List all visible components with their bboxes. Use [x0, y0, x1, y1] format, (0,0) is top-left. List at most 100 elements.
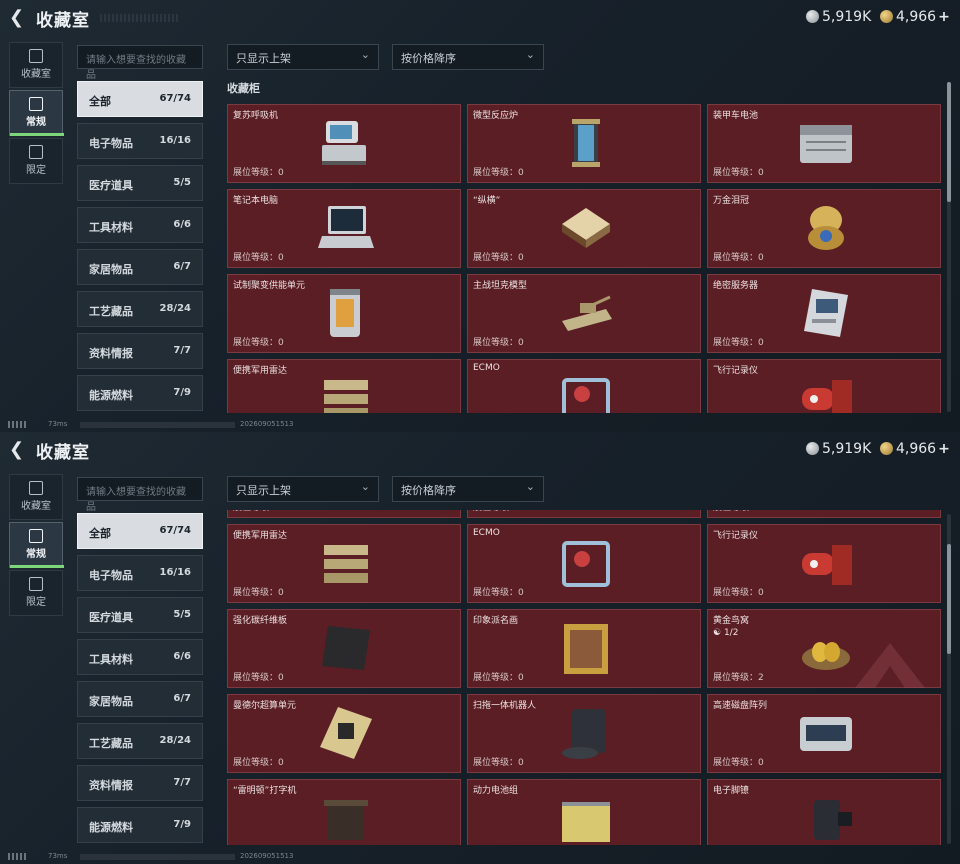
gold-coin-icon	[880, 442, 893, 455]
search-input[interactable]: 请输入想要查找的收藏品	[77, 45, 203, 81]
radar-icon	[324, 380, 368, 413]
back-icon[interactable]: ❮	[9, 8, 29, 28]
gold-coin-icon	[880, 10, 893, 23]
filter-dropdown[interactable]: 只显示上架 ⌄	[227, 476, 379, 502]
item-card[interactable]: 试制聚变供能单元 展位等级：0	[227, 274, 461, 353]
picture-icon	[29, 97, 43, 111]
item-card[interactable]: 绝密服务器 展位等级：0	[707, 274, 941, 353]
ecmo-icon	[562, 378, 610, 413]
status-bar: 73ms 202609051513	[0, 418, 960, 432]
tab-limited[interactable]: 限定	[9, 138, 63, 184]
status-bar: 73ms 202609051513	[0, 850, 960, 864]
collection-grid: 展位等级：0 展位等级：0 展位等级：0 便携军用雷达 展位等级：0 ECMO …	[225, 510, 945, 845]
subcategory-electronics[interactable]: 电子物品 16/16	[77, 123, 203, 159]
collection-screen-top: ❮ 收藏室 5,919K 4,966 + 收藏室 常规 限定 请输入想要查找的收藏…	[0, 0, 960, 432]
flight-recorder-icon	[802, 380, 852, 413]
item-card[interactable]: ECMO 展位等级：0	[467, 524, 701, 603]
silver-coin-icon	[806, 10, 819, 23]
add-currency-icon[interactable]: +	[938, 9, 950, 25]
item-card[interactable]: 动力电池组	[467, 779, 701, 845]
laptop-icon	[318, 206, 374, 248]
item-card[interactable]: 展位等级：0	[467, 510, 701, 518]
subcategory-tools[interactable]: 工具材料 6/6	[77, 207, 203, 243]
subcategory-medical[interactable]: 医疗道具 5/5	[77, 597, 203, 633]
carbon-plate-icon	[322, 626, 370, 670]
page-title: 收藏室	[36, 11, 90, 31]
section-title: 收藏柜	[227, 82, 260, 95]
scrollbar[interactable]	[947, 514, 951, 844]
chevron-down-icon: ⌄	[525, 480, 535, 493]
item-card[interactable]: 展位等级：0	[707, 510, 941, 518]
subcategory-all[interactable]: 全部 67/74	[77, 81, 203, 117]
limited-icon	[29, 145, 43, 159]
item-card[interactable]: 飞行记录仪	[707, 359, 941, 413]
tank-icon	[562, 295, 612, 331]
search-input[interactable]: 请输入想要查找的收藏品	[77, 477, 203, 513]
item-card[interactable]: ECMO	[467, 359, 701, 413]
subcategory-energy[interactable]: 能源燃料 7/9	[77, 807, 203, 843]
add-currency-icon[interactable]: +	[938, 441, 950, 457]
scrollbar-thumb[interactable]	[947, 544, 951, 654]
item-card[interactable]: 曼德尔超算单元 展位等级：0	[227, 694, 461, 773]
sort-dropdown[interactable]: 按价格降序 ⌄	[392, 44, 544, 70]
scrollbar-thumb[interactable]	[947, 82, 951, 202]
reactor-icon	[572, 119, 600, 167]
item-card[interactable]: 万金泪冠 展位等级：0	[707, 189, 941, 268]
signal-icon	[8, 421, 26, 428]
back-icon[interactable]: ❮	[9, 440, 29, 460]
item-card[interactable]: 扫拖一体机器人 展位等级：0	[467, 694, 701, 773]
ventilator-icon	[322, 121, 366, 165]
gold-currency[interactable]: 4,966 +	[880, 9, 950, 25]
subcategory-intel[interactable]: 资料情报 7/7	[77, 333, 203, 369]
subcategory-all[interactable]: 全部 67/74	[77, 513, 203, 549]
archive-icon	[29, 49, 43, 63]
item-card[interactable]: “纵横” 展位等级：0	[467, 189, 701, 268]
redacted-text	[80, 422, 235, 428]
picture-icon	[29, 529, 43, 543]
subcategory-tools[interactable]: 工具材料 6/6	[77, 639, 203, 675]
silver-currency: 5,919K	[806, 9, 871, 25]
watermark-logo-icon	[855, 643, 925, 688]
item-card[interactable]: 微型反应炉 展位等级：0	[467, 104, 701, 183]
subcategory-energy[interactable]: 能源燃料 7/9	[77, 375, 203, 411]
tab-collection-room[interactable]: 收藏室	[9, 474, 63, 520]
redacted-text	[80, 854, 235, 860]
tab-limited[interactable]: 限定	[9, 570, 63, 616]
subcategory-intel[interactable]: 资料情报 7/7	[77, 765, 203, 801]
stack-icon: ☯	[713, 628, 722, 638]
item-card[interactable]: 便携军用雷达 展位等级：0	[227, 524, 461, 603]
subcategory-household[interactable]: 家居物品 6/7	[77, 681, 203, 717]
sort-dropdown[interactable]: 按价格降序 ⌄	[392, 476, 544, 502]
item-card[interactable]: 主战坦克模型 展位等级：0	[467, 274, 701, 353]
item-card[interactable]: 笔记本电脑 展位等级：0	[227, 189, 461, 268]
chevron-down-icon: ⌄	[525, 48, 535, 61]
scrollbar[interactable]	[947, 82, 951, 412]
robot-vacuum-icon	[562, 709, 606, 759]
item-card[interactable]: 装甲车电池 展位等级：0	[707, 104, 941, 183]
gold-currency[interactable]: 4,966 +	[880, 441, 950, 457]
subcategory-electronics[interactable]: 电子物品 16/16	[77, 555, 203, 591]
server-icon	[804, 289, 848, 337]
jewel-egg-icon	[808, 206, 844, 250]
subcategory-medical[interactable]: 医疗道具 5/5	[77, 165, 203, 201]
item-card[interactable]: 展位等级：0	[227, 510, 461, 518]
item-card[interactable]: “雷明顿”打字机	[227, 779, 461, 845]
tab-regular[interactable]: 常规	[9, 522, 64, 568]
item-card[interactable]: 飞行记录仪 展位等级：0	[707, 524, 941, 603]
item-card[interactable]: 便携军用雷达	[227, 359, 461, 413]
item-card[interactable]: 复苏呼吸机 展位等级：0	[227, 104, 461, 183]
tab-regular[interactable]: 常规	[9, 90, 64, 136]
item-card[interactable]: 强化碳纤维板 展位等级：0	[227, 609, 461, 688]
tab-collection-room[interactable]: 收藏室	[9, 42, 63, 88]
subcategory-crafts[interactable]: 工艺藏品 28/24	[77, 291, 203, 327]
top-bar: ❮ 收藏室 5,919K 4,966 +	[0, 432, 960, 468]
signal-icon	[8, 853, 26, 860]
item-card[interactable]: 高速磁盘阵列 展位等级：0	[707, 694, 941, 773]
subcategory-household[interactable]: 家居物品 6/7	[77, 249, 203, 285]
filter-dropdown[interactable]: 只显示上架 ⌄	[227, 44, 379, 70]
item-card[interactable]: 印象派名画 展位等级：0	[467, 609, 701, 688]
typewriter-icon	[324, 800, 368, 840]
item-card[interactable]: 电子脚镣	[707, 779, 941, 845]
subcategory-crafts[interactable]: 工艺藏品 28/24	[77, 723, 203, 759]
chessboard-icon	[562, 208, 610, 248]
